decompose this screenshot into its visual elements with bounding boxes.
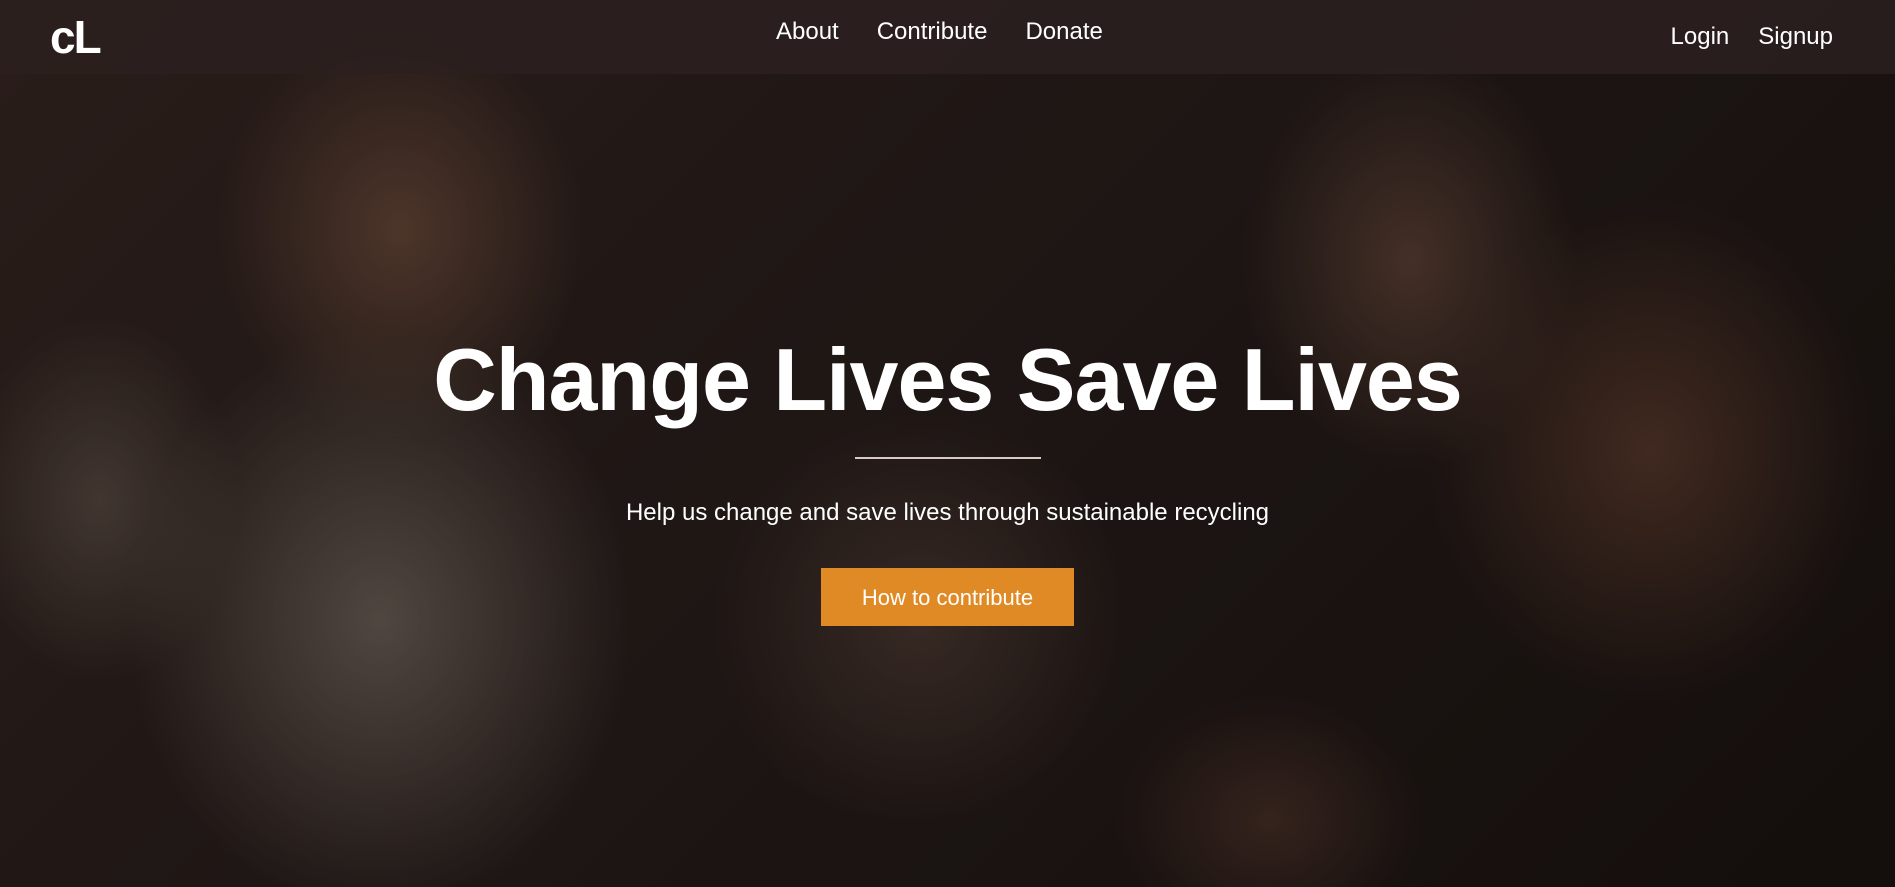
top-navbar: cL About Contribute Donate Login Signup <box>0 0 1895 74</box>
signup-link[interactable]: Signup <box>1758 22 1833 52</box>
nav-link-contribute[interactable]: Contribute <box>877 17 988 47</box>
hero-subtitle: Help us change and save lives through su… <box>625 499 1270 526</box>
hero-content: Change Lives Save Lives Help us change a… <box>0 330 1895 626</box>
auth-nav: Login Signup <box>1671 22 1833 52</box>
hero-headline: Change Lives Save Lives <box>433 330 1463 429</box>
hero-section: cL About Contribute Donate Login Signup … <box>0 0 1895 887</box>
nav-link-about[interactable]: About <box>776 17 839 47</box>
main-nav: About Contribute Donate <box>776 17 1103 47</box>
how-to-contribute-button[interactable]: How to contribute <box>821 568 1074 626</box>
nav-link-donate[interactable]: Donate <box>1025 17 1102 47</box>
brand-logo[interactable]: cL <box>50 10 102 64</box>
login-link[interactable]: Login <box>1671 22 1730 52</box>
headline-divider <box>854 457 1041 459</box>
